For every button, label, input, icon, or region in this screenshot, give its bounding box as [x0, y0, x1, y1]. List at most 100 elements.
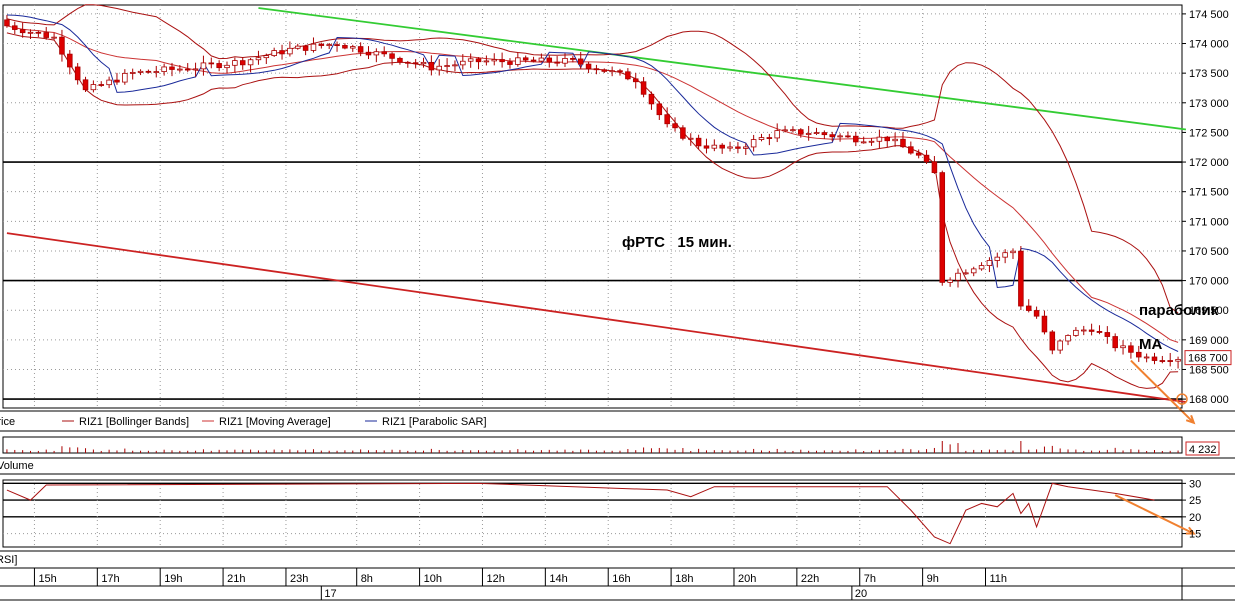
candle-body: [350, 46, 356, 49]
candle-body: [648, 93, 655, 105]
candle-body: [1167, 360, 1173, 362]
candle-body: [153, 71, 160, 73]
candle-body: [931, 161, 938, 174]
time-tick-label: 22h: [801, 573, 819, 585]
candle-body: [538, 57, 545, 62]
time-tick-label: 7h: [864, 573, 876, 585]
candle-body: [1096, 331, 1103, 333]
candle-body: [522, 57, 529, 61]
candle-body: [947, 279, 953, 283]
time-tick-label: 20h: [738, 573, 756, 585]
legend-item: RIZ1 [Moving Average]: [219, 416, 331, 428]
candle-body: [1136, 351, 1142, 358]
time-tick-label: 19h: [164, 573, 182, 585]
candle-body: [98, 84, 105, 86]
price-tick-label: 168 000: [1189, 394, 1229, 406]
price-tick-label: 171 000: [1189, 216, 1229, 228]
candle-body: [601, 69, 608, 72]
candle-body: [1073, 329, 1079, 336]
candle-body: [192, 68, 199, 71]
candle-body: [853, 135, 859, 143]
price-tick-label: 170 500: [1189, 246, 1229, 258]
rsi-panel: 15 20 25 30 RSI]: [0, 478, 1235, 569]
candle-body: [632, 78, 639, 83]
price-tick-label: 173 000: [1189, 98, 1229, 110]
candle-body: [74, 66, 81, 81]
candle-body: [397, 57, 403, 63]
time-tick-label: 10h: [424, 573, 442, 585]
candle-body: [499, 59, 505, 63]
candle-body: [122, 72, 128, 83]
time-tick-label: 9h: [927, 573, 939, 585]
price-tick-label: 168 500: [1189, 364, 1229, 376]
candle-body: [672, 123, 678, 129]
candle-body: [577, 58, 584, 65]
candle-body: [735, 146, 741, 149]
rsi-tick-label: 25: [1189, 495, 1201, 507]
price-tick-label: 174 000: [1189, 39, 1229, 51]
candle-body: [255, 57, 262, 61]
candle-body: [860, 141, 867, 144]
candle-body: [1112, 336, 1118, 349]
candle-body: [428, 61, 435, 71]
time-tick-label: 15h: [38, 573, 56, 585]
time-tick-label: 12h: [486, 573, 504, 585]
price-tick-label: 173 500: [1189, 68, 1229, 80]
candle-body: [790, 129, 796, 132]
candle-body: [389, 53, 395, 59]
candle-body: [813, 132, 820, 134]
candle-body: [970, 268, 977, 274]
candle-body: [664, 114, 670, 125]
candle-body: [460, 60, 466, 66]
legend: Price RIZ1 [Bollinger Bands] RIZ1 [Moving …: [0, 410, 1235, 432]
candle-body: [837, 135, 843, 138]
candle-body: [963, 272, 969, 275]
candle: [939, 170, 946, 286]
candle-body: [774, 130, 780, 139]
candle-body: [271, 50, 277, 56]
current-price-label: 168 700: [1188, 353, 1228, 365]
candle-body: [923, 154, 930, 163]
candle-body: [900, 138, 906, 148]
candle-body: [216, 63, 222, 69]
candle-body: [884, 136, 891, 142]
candle-body: [475, 58, 482, 63]
candle-body: [868, 140, 875, 143]
candle-body: [915, 152, 922, 156]
candle-body: [357, 46, 364, 53]
rsi-axis: 15 20 25 30: [1182, 478, 1201, 541]
candle-body: [743, 146, 749, 149]
candle-body: [1175, 359, 1181, 362]
candle-body: [798, 129, 804, 135]
time-tick-label: 16h: [612, 573, 630, 585]
candle-body: [51, 36, 57, 39]
candle-body: [420, 61, 427, 65]
candle-body: [1065, 335, 1071, 342]
candle-body: [593, 68, 600, 71]
candle-body: [452, 64, 458, 67]
candle-body: [19, 29, 26, 34]
candle-body: [680, 127, 686, 139]
candle-body: [617, 70, 623, 73]
candle-body: [137, 70, 144, 73]
candle-body: [515, 57, 521, 65]
candle-body: [711, 144, 718, 149]
candle-body: [1002, 252, 1008, 258]
candle-body: [1159, 360, 1166, 362]
candle-body: [719, 144, 725, 149]
time-tick-label: 17h: [101, 573, 119, 585]
sar-annotation: параболик: [1139, 302, 1219, 319]
candle-body: [1049, 331, 1056, 351]
candle-body: [656, 103, 663, 116]
candle-body: [82, 79, 89, 91]
candle-body: [279, 50, 285, 55]
candle-body: [1120, 345, 1126, 349]
candle-body: [43, 32, 49, 38]
rsi-plot-frame: [2, 479, 1183, 548]
candle-body: [1088, 329, 1095, 332]
candle-body: [727, 146, 733, 149]
candle-body: [444, 65, 450, 67]
candle-body: [263, 55, 270, 59]
candle-body: [625, 71, 631, 80]
candle-body: [703, 145, 710, 149]
